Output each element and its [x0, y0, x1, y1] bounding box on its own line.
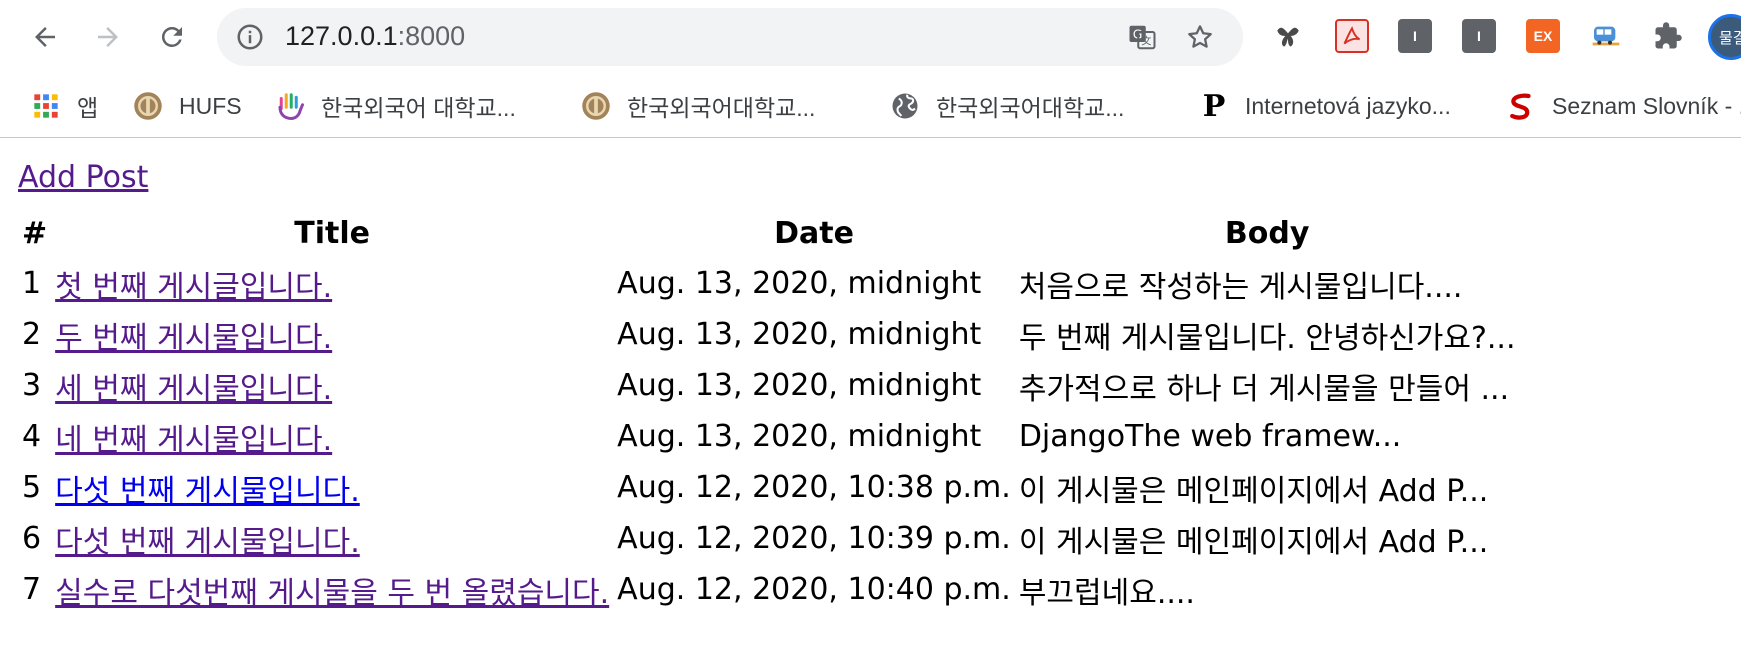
- post-body: 이 게시물은 메인페이지에서 Add P...: [1018, 473, 1489, 509]
- reload-icon: [161, 26, 182, 47]
- profile-label: 물결: [1719, 29, 1741, 47]
- table-row: 2 두 번째 게시물입니다. Aug. 13, 2020, midnight 두…: [18, 309, 1520, 360]
- bookmark-seznam[interactable]: Seznam Slovník - ...: [1505, 87, 1741, 125]
- post-body: 부끄럽네요....: [1018, 575, 1195, 611]
- bookmark-hufs-4[interactable]: 한국외국어대학교...: [889, 87, 1124, 125]
- post-title-link[interactable]: 세 번째 게시물입니다.: [55, 372, 332, 407]
- train-extension-icon[interactable]: [1589, 19, 1623, 53]
- extension-i-1-label: I: [1413, 28, 1417, 44]
- profile-avatar[interactable]: 물결: [1708, 14, 1741, 60]
- extension-i-2-label: I: [1477, 28, 1481, 44]
- post-title-link[interactable]: 실수로 다섯번째 게시물을 두 번 올렸습니다.: [55, 576, 609, 611]
- posts-table: # Title Date Body 1 첫 번째 게시글입니다. Aug. 13…: [18, 208, 1520, 615]
- p-logo-icon: P: [1202, 88, 1226, 124]
- bookmark-apps[interactable]: 앱: [30, 87, 98, 125]
- post-num: 2: [22, 317, 42, 352]
- hufs-logo-icon: [132, 90, 164, 122]
- post-date: Aug. 12, 2020, 10:39 p.m.: [617, 521, 1011, 556]
- add-post-link[interactable]: Add Post: [18, 160, 148, 195]
- bookmark-label: 한국외국어대학교...: [936, 95, 1125, 121]
- bookmark-label: 한국외국어 대학교...: [321, 95, 516, 121]
- extension-ex-label: EX: [1533, 28, 1553, 44]
- svg-text:文: 文: [1141, 35, 1151, 48]
- bookmark-hufs[interactable]: HUFS: [132, 87, 242, 125]
- post-date: Aug. 13, 2020, midnight: [617, 419, 982, 454]
- table-row: 7 실수로 다섯번째 게시물을 두 번 올렸습니다. Aug. 12, 2020…: [18, 564, 1520, 615]
- reload-button[interactable]: [149, 14, 195, 60]
- bookmark-hufs-3[interactable]: 한국외국어대학교...: [580, 87, 815, 125]
- bookmark-label: 한국외국어대학교...: [627, 95, 816, 121]
- header-num: #: [22, 215, 48, 251]
- extension-i-1-icon[interactable]: I: [1398, 19, 1432, 53]
- bookmarks-bar: 앱 HUFS 한국외국어 대학교... 한국외국어대학교... 한국외국어대학교…: [0, 75, 1741, 138]
- table-row: 5 다섯 번째 게시물입니다. Aug. 12, 2020, 10:38 p.m…: [18, 462, 1520, 513]
- forward-button[interactable]: [85, 14, 131, 60]
- site-info-icon[interactable]: [235, 22, 265, 52]
- post-date: Aug. 13, 2020, midnight: [617, 266, 982, 301]
- table-row: 6 다섯 번째 게시물입니다. Aug. 12, 2020, 10:39 p.m…: [18, 513, 1520, 564]
- translate-icon[interactable]: G文: [1126, 21, 1158, 53]
- post-date: Aug. 13, 2020, midnight: [617, 368, 982, 403]
- post-body: 이 게시물은 메인페이지에서 Add P...: [1018, 524, 1489, 560]
- back-button[interactable]: [22, 14, 68, 60]
- post-body: 추가적으로 하나 더 게시물을 만들어 ...: [1018, 371, 1510, 407]
- post-date: Aug. 12, 2020, 10:38 p.m.: [617, 470, 1011, 505]
- header-body: Body: [1224, 215, 1310, 251]
- post-title-link[interactable]: 다섯 번째 게시물입니다.: [55, 474, 360, 509]
- bookmark-hufs-2[interactable]: 한국외국어 대학교...: [274, 87, 516, 125]
- hufs-logo-icon: [580, 90, 612, 122]
- globe-icon: [889, 90, 921, 122]
- url-port: :8000: [397, 21, 466, 51]
- bookmark-star-icon[interactable]: [1184, 21, 1216, 53]
- apps-grid-icon: [30, 90, 62, 122]
- post-num: 5: [22, 470, 42, 505]
- hand-logo-icon: [274, 90, 306, 122]
- post-body: 두 번째 게시물입니다. 안녕하신가요?...: [1018, 320, 1516, 356]
- forward-arrow-icon: [98, 27, 118, 47]
- extension-ex-icon[interactable]: EX: [1526, 19, 1560, 53]
- bookmark-label: 앱: [77, 95, 99, 121]
- table-row: 1 첫 번째 게시글입니다. Aug. 13, 2020, midnight 처…: [18, 258, 1520, 309]
- header-date: Date: [774, 215, 854, 251]
- post-body: 처음으로 작성하는 게시물입니다....: [1018, 269, 1463, 305]
- table-header-row: # Title Date Body: [18, 208, 1520, 258]
- post-num: 6: [22, 521, 42, 556]
- post-title-link[interactable]: 첫 번째 게시글입니다.: [55, 270, 332, 305]
- back-arrow-icon: [35, 27, 55, 47]
- post-num: 7: [22, 572, 42, 607]
- post-title-link[interactable]: 다섯 번째 게시물입니다.: [55, 525, 360, 560]
- post-num: 4: [22, 419, 42, 454]
- post-title-link[interactable]: 네 번째 게시물입니다.: [55, 423, 332, 458]
- url-text[interactable]: 127.0.0.1:8000: [285, 21, 465, 52]
- seznam-s-icon: [1505, 90, 1537, 122]
- browser-toolbar: 127.0.0.1:8000 G文 I I EX 물결: [0, 0, 1741, 75]
- extension-1-icon[interactable]: [1271, 19, 1305, 53]
- url-host: 127.0.0.1: [285, 21, 398, 51]
- pdf-extension-icon[interactable]: [1335, 19, 1369, 53]
- bookmark-label: HUFS: [179, 92, 242, 119]
- bookmark-label: Internetová jazyko...: [1245, 92, 1451, 119]
- post-title-link[interactable]: 두 번째 게시물입니다.: [55, 321, 332, 356]
- address-bar[interactable]: 127.0.0.1:8000 G文: [217, 8, 1243, 66]
- post-body: DjangoThe web framew...: [1018, 419, 1402, 454]
- header-title: Title: [294, 215, 371, 251]
- bookmark-label: Seznam Slovník - ...: [1552, 92, 1741, 119]
- extensions-puzzle-icon[interactable]: [1651, 19, 1685, 53]
- post-date: Aug. 13, 2020, midnight: [617, 317, 982, 352]
- bookmark-internetova[interactable]: P Internetová jazyko...: [1198, 87, 1451, 125]
- post-num: 3: [22, 368, 42, 403]
- extension-i-2-icon[interactable]: I: [1462, 19, 1496, 53]
- post-num: 1: [22, 266, 42, 301]
- page-content: Add Post # Title Date Body 1 첫 번째 게시글입니다…: [0, 138, 1741, 668]
- table-row: 4 네 번째 게시물입니다. Aug. 13, 2020, midnight D…: [18, 411, 1520, 462]
- post-date: Aug. 12, 2020, 10:40 p.m.: [617, 572, 1011, 607]
- table-row: 3 세 번째 게시물입니다. Aug. 13, 2020, midnight 추…: [18, 360, 1520, 411]
